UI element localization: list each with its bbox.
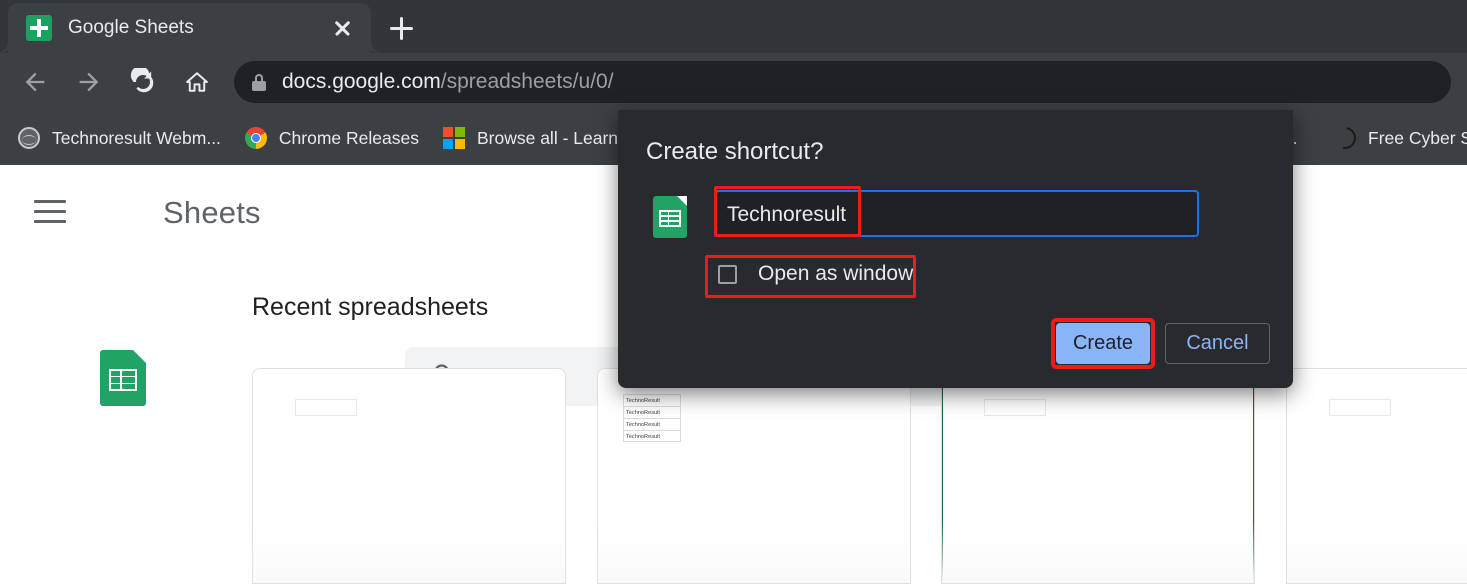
tab-title: Google Sheets [68, 17, 327, 39]
address-bar[interactable]: docs.google.com/spreadsheets/u/0/ [234, 61, 1451, 103]
arrow-left-icon[interactable] [12, 59, 58, 105]
checkbox-unchecked-icon[interactable] [718, 265, 737, 284]
page-title: Sheets [163, 195, 261, 231]
card-fade [598, 521, 910, 583]
bookmark-chrome-releases[interactable]: Chrome Releases [245, 127, 419, 149]
browser-toolbar: docs.google.com/spreadsheets/u/0/ [0, 53, 1467, 111]
thumbnail-cell: TechnoResult [623, 418, 681, 430]
tab-strip: Google Sheets [0, 0, 1467, 53]
globe-icon [18, 127, 40, 149]
shortcut-name-input[interactable]: Technoresult [715, 190, 1199, 237]
thumbnail-cell: TechnoResult [623, 406, 681, 418]
google-sheets-doc-icon [653, 196, 687, 238]
tab-google-sheets[interactable]: Google Sheets [8, 3, 371, 53]
bookmark-label: Technoresult Webm... [52, 128, 221, 149]
thumbnail-cell [984, 399, 1046, 416]
hamburger-menu-icon[interactable] [34, 198, 66, 226]
url-host: docs.google.com [282, 70, 441, 93]
bookmark-browse-all-learn[interactable]: Browse all - Learn [443, 127, 618, 149]
close-icon[interactable] [327, 13, 357, 43]
card-fade [253, 521, 565, 583]
bookmark-label: Free Cyber S [1368, 128, 1467, 149]
bookmark-label: Chrome Releases [279, 128, 419, 149]
url-path: /spreadsheets/u/0/ [441, 70, 614, 93]
spreadsheet-card-grid: TechnoResult TechnoResult TechnoResult T… [0, 368, 1467, 584]
open-as-window-row[interactable]: Open as window [718, 262, 913, 286]
card-fade [942, 521, 1254, 583]
shortcut-name-value: Technoresult [727, 203, 846, 227]
cancel-button[interactable]: Cancel [1165, 323, 1270, 364]
tab-corner-left [0, 41, 8, 53]
spreadsheet-card-2[interactable]: TechnoResult TechnoResult TechnoResult T… [597, 368, 911, 584]
card-fade [1287, 521, 1467, 583]
bookmark-free-cyber-s[interactable]: Free Cyber S [1334, 127, 1467, 149]
spreadsheet-card-1[interactable] [252, 368, 566, 584]
google-sheets-favicon [26, 15, 52, 41]
thumbnail-cell [1329, 399, 1391, 416]
arrow-right-icon[interactable] [66, 59, 112, 105]
tab-corner-right [371, 41, 383, 53]
lock-icon [252, 74, 266, 91]
bookmark-technoresult-webm[interactable]: Technoresult Webm... [18, 127, 221, 149]
thumbnail-rows: TechnoResult TechnoResult TechnoResult T… [623, 394, 681, 442]
thumbnail-cell [295, 399, 357, 416]
recent-spreadsheets-heading: Recent spreadsheets [252, 293, 488, 322]
spreadsheet-card-3[interactable] [941, 368, 1255, 584]
home-icon[interactable] [174, 59, 220, 105]
dialog-title: Create shortcut? [646, 138, 823, 166]
thumbnail-cell: TechnoResult [623, 394, 681, 406]
browser-window: Google Sheets docs.google.com/spreadshee… [0, 0, 1467, 584]
thumbnail-cell: TechnoResult [623, 430, 681, 442]
chrome-icon [245, 127, 267, 149]
bookmark-label: Browse all - Learn [477, 128, 618, 149]
crescent-icon [1330, 123, 1361, 154]
spreadsheet-card-4[interactable] [1286, 368, 1467, 584]
url-text: docs.google.com/spreadsheets/u/0/ [282, 70, 614, 94]
plus-icon[interactable] [383, 10, 419, 46]
create-button[interactable]: Create [1056, 323, 1150, 364]
microsoft-icon [443, 127, 465, 149]
reload-icon[interactable] [120, 59, 166, 105]
open-as-window-label: Open as window [758, 262, 913, 286]
